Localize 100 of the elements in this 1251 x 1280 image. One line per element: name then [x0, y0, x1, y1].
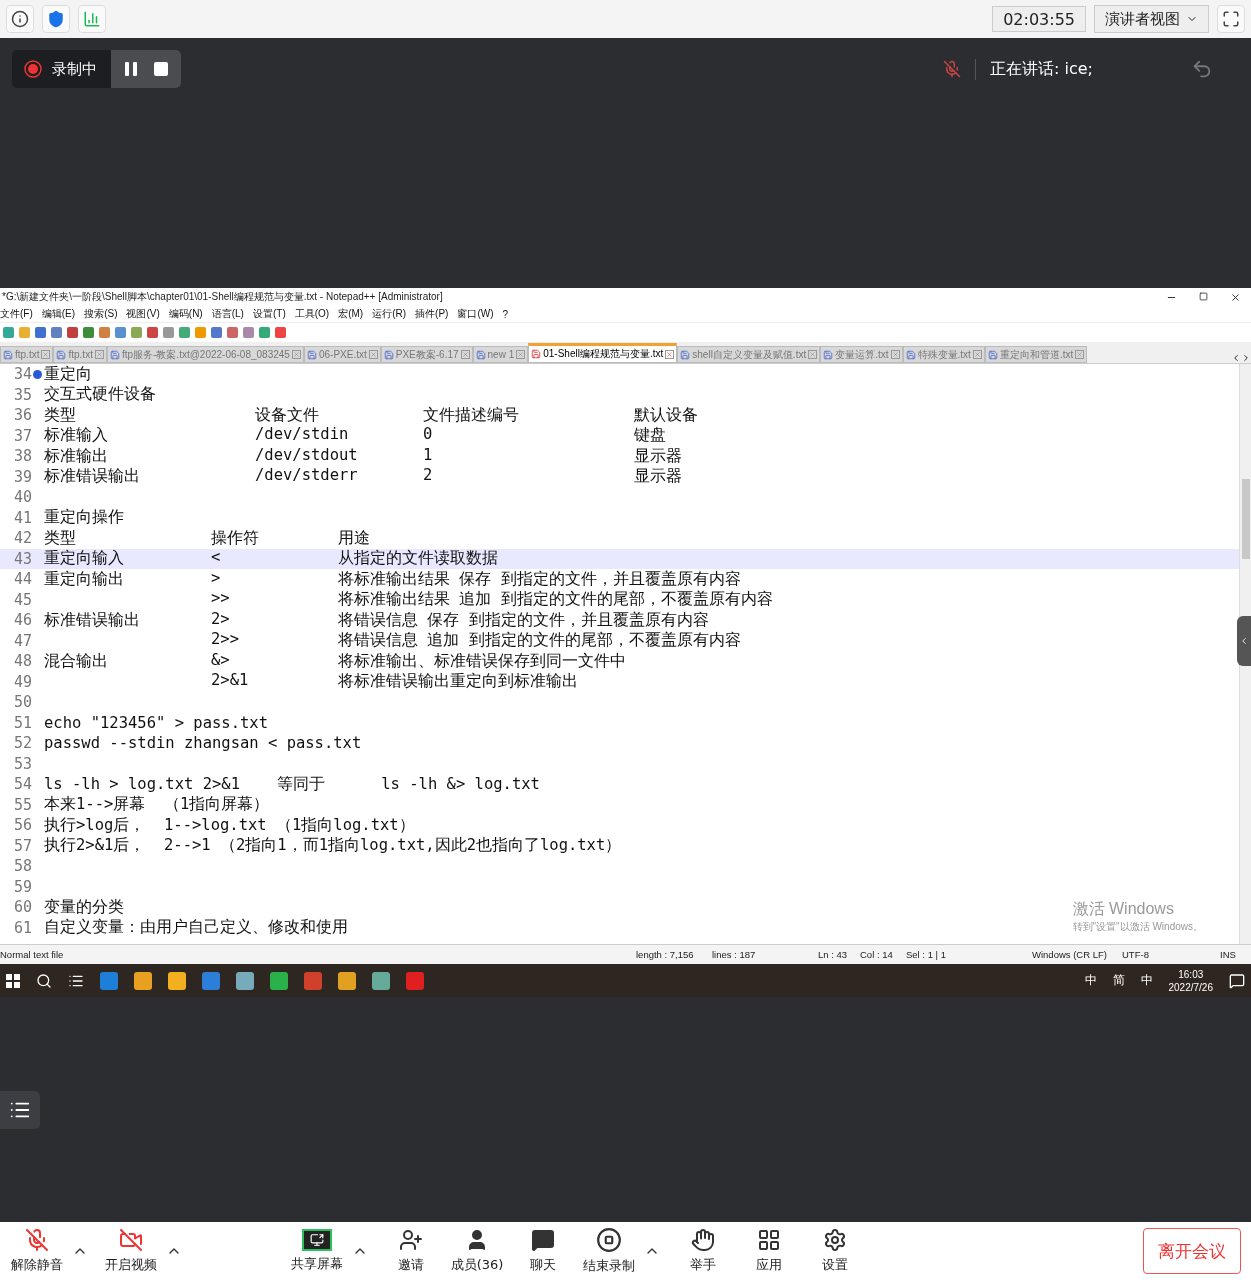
toolbar-button[interactable]: 解除静音	[8, 1228, 66, 1274]
toolbar-button[interactable]: 举手	[674, 1228, 732, 1274]
toolbar-button[interactable]: 应用	[740, 1228, 798, 1274]
close-icon[interactable]	[1230, 291, 1241, 303]
tray-text[interactable]: 中	[1140, 972, 1153, 989]
code-text: 重定向输出	[44, 568, 125, 590]
toolbar-button[interactable]: 设置	[806, 1228, 864, 1274]
code-text: 变量的分类	[44, 896, 124, 918]
stop-button[interactable]	[153, 61, 169, 77]
toolbar-icon[interactable]	[226, 326, 239, 339]
scrollbar-thumb[interactable]	[1242, 479, 1250, 559]
toolbar-icon[interactable]	[146, 326, 159, 339]
toolbar-icon[interactable]	[34, 326, 47, 339]
close-tab-icon[interactable]	[890, 350, 900, 359]
hand-icon	[691, 1228, 715, 1252]
menu-item[interactable]: 运行(R)	[372, 307, 407, 321]
line-number: 55	[12, 795, 32, 814]
toolbar-icon[interactable]	[242, 326, 255, 339]
scroll-right-icon[interactable]	[1241, 353, 1251, 363]
code-text: 本来1-->屏幕 （1指向屏幕）	[44, 794, 270, 816]
toolbar-icon[interactable]	[50, 326, 63, 339]
app-icon[interactable]	[236, 971, 254, 990]
close-tab-icon[interactable]	[41, 350, 51, 359]
close-tab-icon[interactable]	[516, 350, 526, 359]
menu-item[interactable]: 插件(P)	[415, 307, 449, 321]
signal-button[interactable]	[78, 5, 106, 33]
app-icon[interactable]	[372, 971, 390, 990]
menu-item[interactable]: 文件(F)	[0, 307, 33, 321]
app-icon[interactable]	[202, 971, 220, 990]
close-tab-icon[interactable]	[1075, 350, 1085, 359]
settings-icon	[823, 1228, 847, 1252]
windows-logo-icon[interactable]	[6, 973, 20, 988]
line-number: 61	[12, 918, 32, 937]
menu-item[interactable]: 语言(L)	[211, 307, 244, 321]
file-tab[interactable]: 01-Shell编程规范与变量.txt	[528, 343, 678, 363]
info-button[interactable]	[6, 5, 34, 33]
security-button[interactable]	[42, 5, 70, 33]
activation-hint: 转到"设置"以激活 Windows。	[1072, 920, 1203, 934]
toolbar-icon[interactable]	[2, 326, 15, 339]
list-button[interactable]	[0, 1090, 40, 1129]
code-text: 1	[423, 445, 434, 466]
toolbar-icon[interactable]	[274, 326, 287, 339]
toolbar-button[interactable]: 聊天	[514, 1228, 572, 1274]
close-tab-icon[interactable]	[665, 349, 675, 359]
side-panel-tab[interactable]	[1237, 616, 1251, 666]
pause-button[interactable]	[123, 61, 139, 77]
close-tab-icon[interactable]	[94, 350, 104, 359]
toolbar-button[interactable]: 邀请	[382, 1228, 440, 1274]
toolbar-icon[interactable]	[178, 326, 191, 339]
save-icon	[383, 349, 394, 360]
close-tab-icon[interactable]	[808, 350, 818, 359]
toolbar-icon[interactable]	[258, 326, 271, 339]
toolbar-icon[interactable]	[114, 326, 127, 339]
app-icon[interactable]	[338, 971, 356, 990]
toolbar-button[interactable]: 结束录制	[580, 1227, 638, 1275]
toolbar-icon[interactable]	[194, 326, 207, 339]
record-icon	[24, 60, 42, 78]
view-dropdown[interactable]: 演讲者视图	[1094, 5, 1209, 33]
toolbar-icon[interactable]	[210, 326, 223, 339]
toolbar-button[interactable]: 共享屏幕	[288, 1229, 346, 1273]
menu-item[interactable]: 编码(N)	[168, 307, 203, 321]
menu-item[interactable]: 设置(T)	[252, 307, 286, 321]
taskbar-time: 16:03	[1178, 967, 1204, 981]
notification-icon[interactable]	[1229, 972, 1245, 989]
close-tab-icon[interactable]	[291, 350, 301, 359]
toolbar-icon[interactable]	[66, 326, 79, 339]
insert-mode: INS	[1220, 949, 1237, 960]
video-off-icon	[119, 1228, 143, 1252]
app-icon[interactable]	[270, 971, 288, 990]
mic-off-icon	[25, 1228, 49, 1252]
menu-item[interactable]: 宏(M)	[338, 307, 364, 321]
toolbar-icon[interactable]	[98, 326, 111, 339]
toolbar-icon[interactable]	[130, 326, 143, 339]
code-text: echo "123456" > pass.txt	[44, 713, 268, 732]
menu-item[interactable]: 窗口(W)	[457, 307, 494, 321]
close-tab-icon[interactable]	[368, 350, 378, 359]
leave-meeting-button[interactable]: 离开会议	[1143, 1228, 1241, 1274]
menu-item[interactable]: ?	[502, 308, 509, 320]
app-icon[interactable]	[134, 971, 152, 990]
scroll-left-icon[interactable]	[1231, 353, 1241, 363]
menu-item[interactable]: 搜索(S)	[84, 307, 118, 321]
line-number: 57	[12, 836, 32, 855]
fullscreen-button[interactable]	[1217, 5, 1245, 33]
toolbar-button[interactable]: 开启视频	[102, 1228, 160, 1274]
toolbar-icon[interactable]	[162, 326, 175, 339]
close-tab-icon[interactable]	[972, 350, 982, 359]
menu-item[interactable]: 视图(V)	[126, 307, 160, 321]
tray-text[interactable]: 中	[1084, 972, 1097, 989]
line-number: 37	[12, 426, 32, 445]
menu-item[interactable]: 工具(O)	[294, 307, 330, 321]
toolbar-button[interactable]: 成员(36)	[448, 1228, 506, 1274]
search-icon[interactable]	[36, 972, 52, 989]
toolbar-icon[interactable]	[82, 326, 95, 339]
recording-status: 录制中	[52, 59, 97, 79]
menu-item[interactable]: 编辑(E)	[41, 307, 76, 321]
app-icon[interactable]	[100, 971, 118, 990]
app-icon[interactable]	[168, 971, 186, 990]
close-tab-icon[interactable]	[460, 350, 470, 359]
maximize-icon[interactable]	[1199, 291, 1208, 301]
tray-text[interactable]: 简	[1112, 972, 1125, 989]
